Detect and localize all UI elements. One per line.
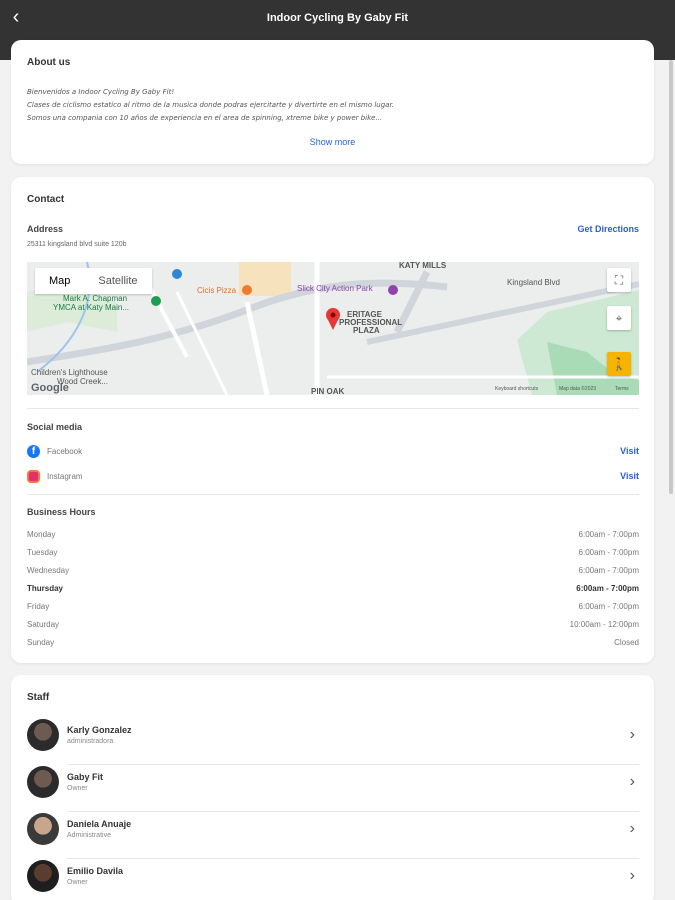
map-label: KATY MILLS — [399, 262, 447, 270]
map-terms-link[interactable]: Terms — [615, 386, 629, 392]
google-logo: Google — [31, 382, 69, 394]
social-row-facebook: f Facebook Visit — [27, 445, 639, 459]
address-text: 25311 kingsland blvd suite 120b — [27, 241, 127, 248]
staff-row[interactable]: Emilio Davila Owner › — [27, 859, 639, 900]
map-label: Kingsland Blvd — [507, 278, 560, 287]
staff-card: Staff Karly Gonzalez administradora › Ga… — [11, 675, 654, 900]
map[interactable]: Map Satellite ⛶ ⌖ 🚶 KATY MILLS Kingsland… — [27, 262, 639, 395]
instagram-icon — [27, 470, 40, 483]
hours-time: 6:00am - 7:00pm — [578, 602, 639, 611]
social-name: Instagram — [47, 472, 83, 481]
avatar — [27, 813, 59, 845]
about-card: About us Bienvenidos a Indoor Cycling By… — [11, 40, 654, 164]
avatar — [27, 766, 59, 798]
page-title: Indoor Cycling By Gaby Fit — [266, 12, 409, 24]
map-type-toggle: Map Satellite — [35, 268, 152, 294]
map-label: PLAZA — [353, 326, 380, 335]
staff-name: Emilio Davila — [67, 866, 124, 876]
hours-day-today: Thursday — [27, 584, 64, 593]
hours-time: 6:00am - 7:00pm — [578, 548, 639, 557]
hours-heading: Business Hours — [27, 507, 96, 517]
location-button[interactable]: ⌖ — [607, 306, 631, 330]
facebook-visit-link[interactable]: Visit — [620, 446, 639, 456]
fullscreen-icon: ⛶ — [614, 273, 624, 287]
street-view-button[interactable]: 🚶 — [607, 352, 631, 376]
social-name: Facebook — [47, 447, 83, 456]
hours-day: Friday — [27, 602, 50, 611]
staff-row[interactable]: Daniela Anuaje Administrative › — [27, 812, 639, 859]
map-label: Children's Lighthouse — [31, 368, 108, 377]
hours-time: Closed — [614, 638, 639, 647]
staff-row[interactable]: Gaby Fit Owner › — [27, 765, 639, 812]
avatar — [27, 719, 59, 751]
staff-name: Daniela Anuaje — [67, 819, 132, 829]
chevron-right-icon: › — [629, 820, 635, 837]
chevron-right-icon: › — [629, 773, 635, 790]
divider — [27, 408, 639, 409]
divider — [27, 494, 639, 495]
hours-day: Sunday — [27, 638, 55, 647]
map-data-credit: Map data ©2023 — [559, 386, 597, 392]
get-directions-link[interactable]: Get Directions — [577, 224, 639, 234]
contact-card: Contact Address 25311 kingsland blvd sui… — [11, 177, 654, 663]
facebook-icon: f — [27, 445, 40, 458]
pegman-icon: 🚶 — [611, 357, 627, 371]
map-label: Mark A. Chapman — [63, 294, 128, 303]
fullscreen-button[interactable]: ⛶ — [607, 268, 631, 292]
hours-day: Tuesday — [27, 548, 58, 557]
staff-name: Karly Gonzalez — [67, 725, 132, 735]
chevron-right-icon: › — [629, 867, 635, 884]
crosshair-icon: ⌖ — [615, 311, 623, 325]
chevron-right-icon: › — [629, 726, 635, 743]
contact-heading: Contact — [27, 194, 65, 205]
about-line: Bienvenidos a Indoor Cycling By Gaby Fit… — [27, 88, 175, 96]
staff-role: Administrative — [67, 832, 111, 839]
hours-time: 6:00am - 7:00pm — [578, 566, 639, 575]
about-line: Clases de ciclismo estatico al ritmo de … — [27, 101, 394, 109]
address-label: Address — [27, 224, 64, 234]
staff-row[interactable]: Karly Gonzalez administradora › — [27, 718, 639, 765]
social-row-instagram: Instagram Visit — [27, 470, 639, 484]
about-description: Bienvenidos a Indoor Cycling By Gaby Fit… — [27, 86, 637, 125]
staff-role: Owner — [67, 785, 88, 792]
staff-role: Owner — [67, 879, 88, 886]
map-tab[interactable]: Map — [35, 268, 84, 294]
hours-day: Wednesday — [27, 566, 70, 575]
show-more-link[interactable]: Show more — [11, 137, 654, 147]
map-label: YMCA at Katy Main... — [53, 303, 130, 312]
staff-heading: Staff — [27, 692, 50, 703]
scrollbar[interactable] — [669, 60, 673, 494]
hours-time-today: 6:00am - 7:00pm — [576, 584, 639, 593]
social-heading: Social media — [27, 422, 83, 432]
instagram-visit-link[interactable]: Visit — [620, 471, 639, 481]
hours-time: 6:00am - 7:00pm — [578, 530, 639, 539]
about-heading: About us — [27, 57, 71, 68]
map-label: Cicis Pizza — [197, 286, 237, 295]
satellite-tab[interactable]: Satellite — [84, 268, 151, 294]
about-line: Somos una compania con 10 años de experi… — [27, 114, 383, 122]
staff-role: administradora — [67, 738, 114, 745]
map-keyboard-shortcuts[interactable]: Keyboard shortcuts — [495, 386, 538, 392]
hours-day: Monday — [27, 530, 56, 539]
map-label: PIN OAK — [311, 387, 345, 395]
hours-time: 10:00am - 12:00pm — [569, 620, 639, 629]
staff-name: Gaby Fit — [67, 772, 104, 782]
hours-day: Saturday — [27, 620, 60, 629]
map-label: Slick City Action Park — [297, 284, 373, 293]
avatar — [27, 860, 59, 892]
